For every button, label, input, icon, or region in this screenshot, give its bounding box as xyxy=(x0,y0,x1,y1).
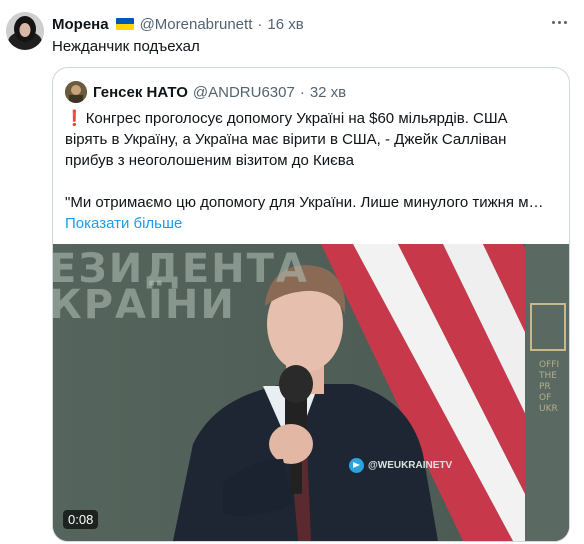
channel-watermark: @WEUKRAINETV xyxy=(349,458,452,473)
telegram-icon xyxy=(349,458,364,473)
tweet-header: Морена @Morenabrunett · 16 хв xyxy=(52,14,304,34)
separator-dot: · xyxy=(257,15,263,33)
tweet-text: Нежданчик подъехал xyxy=(52,38,200,55)
quote-time[interactable]: 32 хв xyxy=(310,84,346,101)
quote-line-truncated: "Ми отримаємо цю допомогу для України. Л… xyxy=(65,194,544,211)
backdrop-side-text: OFFI THE PR OF UKR xyxy=(539,360,560,414)
quote-line: вірять в Україну, а Україна має вірити в… xyxy=(65,131,507,148)
author-name[interactable]: Морена xyxy=(52,16,109,33)
separator-dot: · xyxy=(299,83,305,101)
more-options-icon[interactable] xyxy=(548,13,570,31)
video-player[interactable]: ЕЗИДЕНТА КРАЇНИ OFFI THE PR OF UKR @WEUK… xyxy=(53,244,569,541)
quote-author-avatar[interactable] xyxy=(65,81,87,103)
quote-header: Генсек НАТО @ANDRU6307 · 32 хв xyxy=(65,81,346,103)
quote-text: ❗ Конгрес проголосує допомогу Україні на … xyxy=(65,108,559,234)
video-duration: 0:08 xyxy=(63,510,99,529)
quote-author-handle[interactable]: @ANDRU6307 xyxy=(193,84,295,101)
tweet[interactable]: Морена @Morenabrunett · 16 хв Нежданчик … xyxy=(0,0,584,544)
ukraine-flag-icon xyxy=(115,18,134,30)
author-avatar[interactable] xyxy=(6,12,44,50)
quote-line: ❗ Конгрес проголосує допомогу Україні на … xyxy=(65,110,508,127)
author-handle[interactable]: @Morenabrunett xyxy=(140,16,253,33)
quoted-tweet[interactable]: Генсек НАТО @ANDRU6307 · 32 хв ❗ Конгрес … xyxy=(52,67,570,542)
show-more-link[interactable]: Показати більше xyxy=(65,213,559,234)
quote-author-name[interactable]: Генсек НАТО xyxy=(93,84,188,101)
post-time[interactable]: 16 хв xyxy=(267,16,303,33)
quote-line: прибув з неоголошеним візитом до Києва xyxy=(65,152,354,169)
backdrop-text-2: КРАЇНИ xyxy=(53,282,236,328)
exclamation-icon: ❗ xyxy=(65,110,84,127)
